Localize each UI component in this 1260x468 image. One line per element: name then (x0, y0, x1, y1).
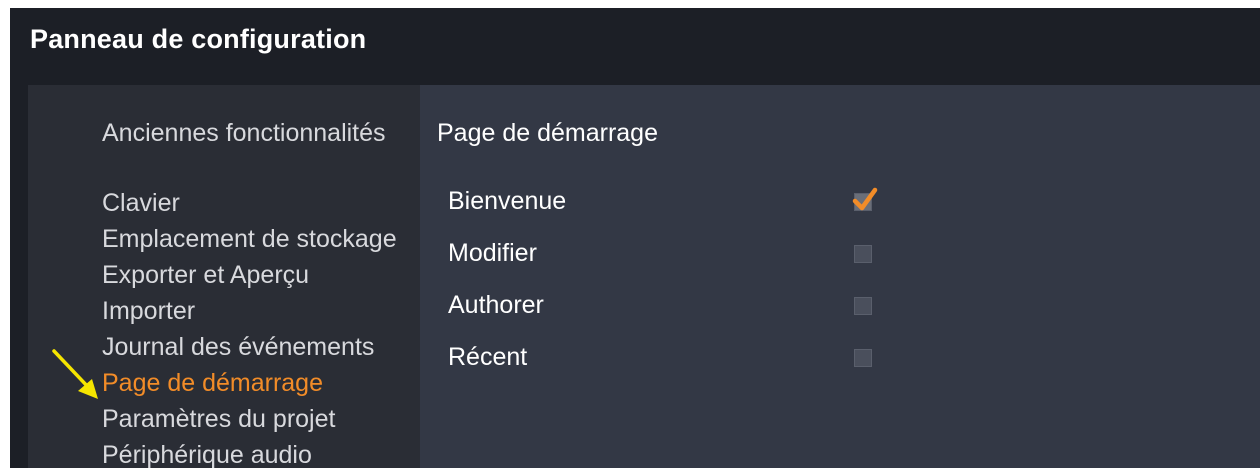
content-panel: Page de démarrage Bienvenue Modifier Aut… (420, 85, 1260, 468)
arrow-pointer-icon (52, 349, 98, 399)
option-row-edit: Modifier (448, 235, 888, 275)
edit-checkbox[interactable] (854, 245, 872, 263)
option-label-recent: Récent (448, 343, 528, 371)
sidebar: Anciennes fonctionnalités Clavier Emplac… (28, 85, 420, 468)
sidebar-item-audio-device[interactable]: Périphérique audio (102, 437, 397, 468)
title-bar: Panneau de configuration (10, 8, 1260, 85)
sidebar-item-storage-location[interactable]: Emplacement de stockage (102, 221, 397, 257)
option-label-edit: Modifier (448, 239, 537, 267)
control-panel-window: Panneau de configuration Anciennes fonct… (10, 8, 1260, 468)
option-row-welcome: Bienvenue (448, 183, 888, 223)
sidebar-nav-list: Clavier Emplacement de stockage Exporter… (102, 185, 397, 468)
content-title: Page de démarrage (437, 119, 658, 147)
author-checkbox[interactable] (854, 297, 872, 315)
recent-checkbox[interactable] (854, 349, 872, 367)
sidebar-item-project-settings[interactable]: Paramètres du projet (102, 401, 397, 437)
welcome-checkbox[interactable] (852, 187, 878, 211)
sidebar-item-start-page[interactable]: Page de démarrage (102, 365, 397, 401)
checkmark-icon (852, 187, 878, 211)
option-row-recent: Récent (448, 339, 888, 379)
sidebar-item-import[interactable]: Importer (102, 293, 397, 329)
sidebar-group-legacy-features[interactable]: Anciennes fonctionnalités (102, 119, 386, 148)
window-title: Panneau de configuration (30, 24, 367, 54)
option-label-welcome: Bienvenue (448, 187, 567, 215)
sidebar-item-event-log[interactable]: Journal des événements (102, 329, 397, 365)
option-row-author: Authorer (448, 287, 888, 327)
sidebar-item-export-preview[interactable]: Exporter et Aperçu (102, 257, 397, 293)
option-label-author: Authorer (448, 291, 544, 319)
sidebar-item-keyboard[interactable]: Clavier (102, 185, 397, 221)
